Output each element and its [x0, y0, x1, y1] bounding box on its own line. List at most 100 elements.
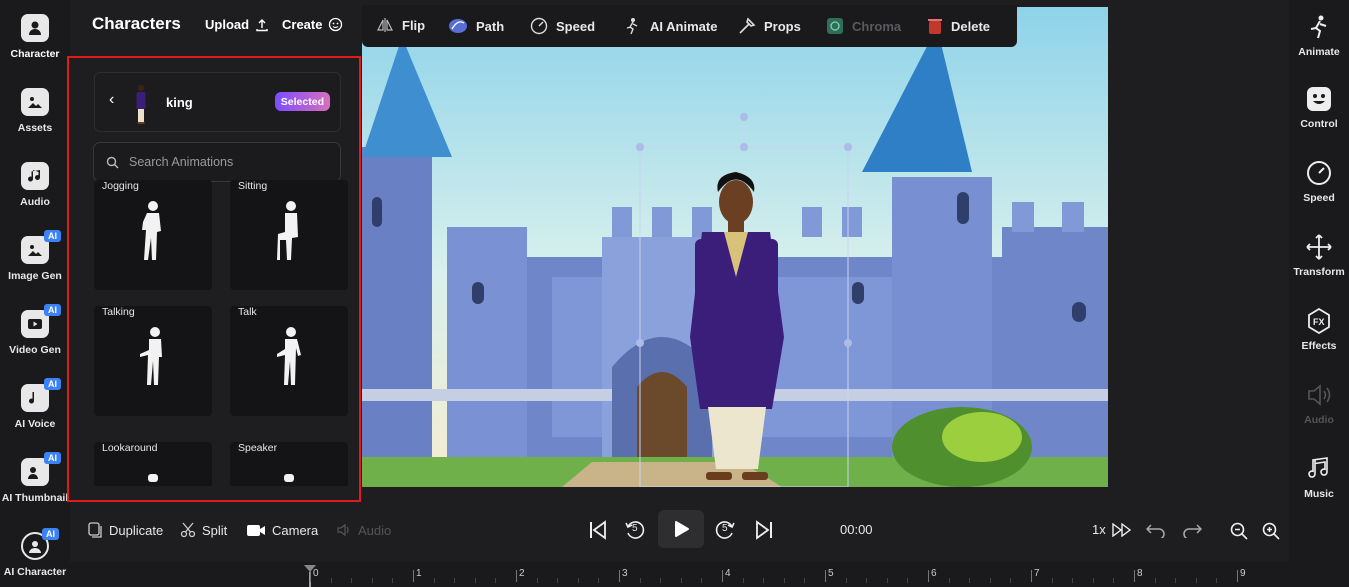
selected-character-card[interactable]: ‹ king Selected	[94, 72, 341, 132]
upload-icon	[256, 18, 268, 31]
svg-text:FX: FX	[1313, 317, 1325, 327]
search-input[interactable]	[129, 155, 319, 169]
right-item-audio[interactable]: Audio	[1281, 382, 1349, 426]
forward-5-button[interactable]: 5	[714, 519, 736, 541]
rewind-5-button[interactable]: 5	[624, 519, 646, 541]
audio-label: Audio	[358, 522, 392, 538]
timeline-minor-tick	[495, 578, 497, 583]
right-item-animate[interactable]: Animate	[1281, 14, 1349, 58]
camera-button[interactable]: Camera	[246, 522, 318, 538]
face-control-icon	[1307, 87, 1331, 111]
flip-button[interactable]: Flip	[376, 17, 425, 33]
animation-label: Talking	[102, 306, 135, 318]
timeline-minor-tick	[433, 578, 435, 583]
create-button[interactable]: Create	[282, 17, 343, 32]
skip-to-start-button[interactable]	[588, 520, 608, 540]
ai-badge: AI	[44, 230, 61, 242]
timeline-tick	[516, 570, 517, 582]
animation-label: Speaker	[238, 442, 278, 454]
playback-bar: Duplicate Split Camera Audio 5 5 00:00 1…	[70, 510, 1289, 552]
timeline-tick-label: 1	[416, 568, 422, 579]
sidebar-item-assets[interactable]: Assets	[0, 88, 70, 134]
chroma-label: Chroma	[852, 18, 902, 34]
play-button[interactable]	[658, 510, 704, 548]
animation-tile-talking[interactable]: Talking	[94, 306, 212, 416]
scissors-icon	[180, 522, 196, 538]
voice-icon: AI	[21, 378, 61, 412]
sidebar-item-video-gen[interactable]: AI Video Gen	[0, 304, 70, 356]
timeline-tick-label: 0	[313, 568, 319, 579]
ai-badge: AI	[42, 528, 59, 540]
split-button[interactable]: Split	[180, 522, 227, 538]
speed-button[interactable]: Speed	[530, 17, 595, 35]
timeline-minor-tick	[783, 578, 785, 583]
timeline-tick	[1134, 570, 1135, 582]
undo-icon	[1146, 524, 1165, 538]
redo-button[interactable]	[1182, 522, 1202, 538]
right-item-speed[interactable]: Speed	[1281, 160, 1349, 204]
animation-tile-lookaround[interactable]: Lookaround	[94, 442, 212, 486]
back-icon[interactable]: ‹	[109, 91, 114, 109]
sidebar-item-ai-voice[interactable]: AI AI Voice	[0, 378, 70, 430]
speed-icon	[530, 17, 548, 35]
create-label: Create	[282, 17, 323, 32]
sidebar-item-character[interactable]: Character	[0, 14, 70, 60]
sidebar-item-label: Audio	[20, 196, 50, 208]
animation-tile-talk[interactable]: Talk	[230, 306, 348, 416]
search-icon	[106, 156, 119, 168]
timeline-minor-tick	[330, 578, 332, 583]
speaker-figure-icon	[284, 474, 294, 482]
speaker-icon	[1308, 384, 1331, 406]
panel-title: Characters	[92, 14, 181, 33]
timeline-tick	[722, 570, 723, 582]
delete-button[interactable]: Delete	[927, 17, 990, 35]
play-icon	[675, 521, 689, 537]
right-item-music[interactable]: Music	[1281, 456, 1349, 500]
selected-badge: Selected	[274, 92, 330, 111]
animation-label: Lookaround	[102, 442, 158, 454]
music-icon	[1308, 457, 1328, 478]
right-item-effects[interactable]: FX Effects	[1281, 308, 1349, 352]
right-item-control[interactable]: Control	[1281, 86, 1349, 130]
zoom-out-button[interactable]	[1230, 522, 1248, 540]
timeline-tick	[928, 570, 929, 582]
sidebar-item-ai-character[interactable]: AI AI Character	[0, 528, 70, 578]
right-item-transform[interactable]: Transform	[1281, 234, 1349, 278]
ai-animate-button[interactable]: AI Animate	[624, 17, 717, 35]
forward-seconds: 5	[722, 523, 728, 534]
timeline-minor-tick	[1195, 578, 1197, 583]
scene-canvas[interactable]	[362, 7, 1108, 487]
animation-tile-sitting[interactable]: Sitting	[230, 180, 348, 290]
timeline-minor-tick	[557, 578, 559, 583]
props-button[interactable]: Props	[738, 17, 801, 35]
sidebar-item-image-gen[interactable]: AI Image Gen	[0, 230, 70, 282]
duplicate-button[interactable]: Duplicate	[88, 522, 163, 538]
image-gen-icon: AI	[21, 230, 61, 264]
timeline-minor-tick	[763, 578, 765, 583]
talking-figure-icon	[140, 327, 162, 385]
camera-label: Camera	[272, 522, 319, 538]
character-name: king	[166, 95, 193, 110]
props-label: Props	[764, 18, 801, 34]
animation-tile-speaker[interactable]: Speaker	[230, 442, 348, 486]
playback-speed-button[interactable]: 1x	[1092, 522, 1132, 537]
upload-button[interactable]: Upload	[205, 17, 269, 32]
search-animations	[93, 142, 341, 182]
undo-button[interactable]	[1146, 522, 1166, 538]
chroma-button[interactable]: Chroma	[826, 17, 901, 35]
sidebar-item-label: Image Gen	[8, 270, 62, 282]
skip-to-end-button[interactable]	[754, 520, 774, 540]
timeline-minor-tick	[577, 578, 579, 583]
sidebar-item-audio[interactable]: Audio	[0, 162, 70, 208]
timeline-ruler[interactable]: 0 1 2 3 4 5 6 7 8 9	[70, 562, 1289, 587]
trash-icon	[928, 19, 942, 34]
create-icon	[329, 17, 343, 32]
audio-button[interactable]: Audio	[336, 522, 391, 538]
animation-tile-jogging[interactable]: Jogging	[94, 180, 212, 290]
sidebar-item-ai-thumbnail[interactable]: AI AI Thumbnail	[0, 452, 70, 504]
zoom-in-button[interactable]	[1262, 522, 1280, 540]
timeline-minor-tick	[1113, 578, 1115, 583]
path-button[interactable]: Path	[448, 17, 504, 35]
ai-animate-label: AI Animate	[650, 18, 718, 34]
flip-icon	[377, 18, 393, 32]
